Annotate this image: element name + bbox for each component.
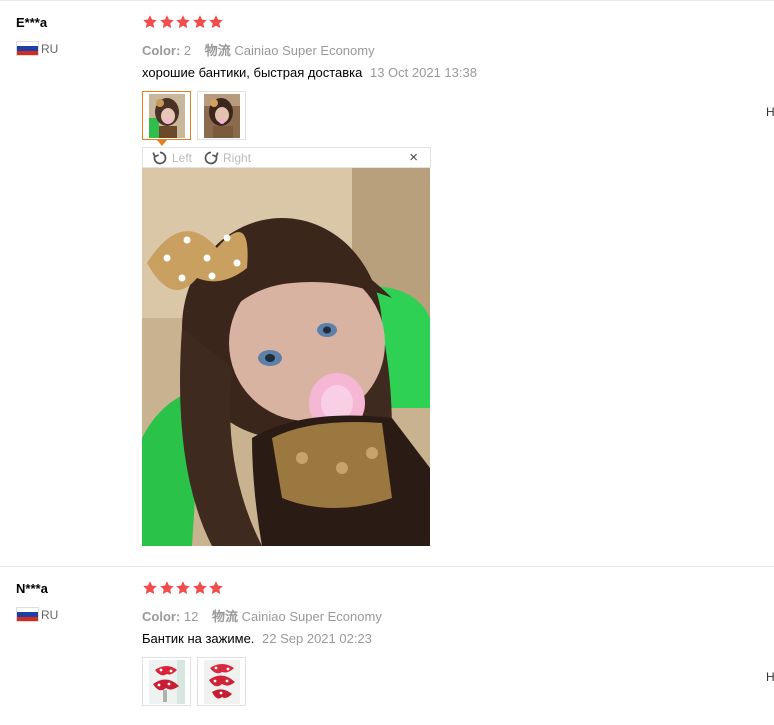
review-comment: хорошие бантики, быстрая доставка 13 Oct… — [142, 65, 477, 80]
rotate-right-button[interactable]: Right — [203, 150, 251, 166]
order-info: Color: 2 物流 Cainiao Super Economy — [142, 40, 375, 59]
color-label: Color: — [142, 609, 181, 624]
comment-text: Бантик на зажиме. — [142, 631, 255, 646]
country-code: RU — [41, 607, 59, 622]
shipping-value: Cainiao Super Economy — [241, 609, 382, 624]
star-icon — [176, 15, 190, 28]
russia-flag-icon — [16, 607, 39, 622]
rotate-left-icon — [152, 151, 167, 164]
rotate-left-label: Left — [172, 150, 193, 165]
photo-thumbnail[interactable] — [197, 91, 246, 140]
star-icon — [143, 581, 157, 594]
active-thumbnail-pointer — [157, 140, 167, 146]
star-icon — [159, 15, 174, 28]
photo-thumbnail[interactable] — [197, 657, 246, 706]
enlarged-review-photo — [142, 168, 430, 546]
doll-photo-thumbnail — [204, 94, 240, 138]
star-icon — [176, 581, 190, 594]
side-panel-text: H — [766, 105, 774, 119]
photo-thumbnail[interactable] — [142, 91, 191, 140]
close-icon[interactable]: × — [409, 150, 418, 166]
review-date: 22 Sep 2021 02:23 — [262, 631, 372, 646]
star-icon — [159, 581, 174, 594]
doll-photo-thumbnail — [149, 94, 185, 138]
reviewer-country: RU — [16, 607, 58, 622]
photo-thumbnails — [142, 657, 252, 706]
reviewer-name: E***a — [16, 15, 48, 30]
star-icon — [143, 15, 157, 28]
star-icon — [192, 15, 207, 28]
star-rating — [142, 580, 225, 596]
star-icon — [192, 581, 207, 594]
review-date: 13 Oct 2021 13:38 — [369, 65, 477, 80]
reviewer-country: RU — [16, 41, 58, 56]
image-viewer-toolbar: Left Right × — [142, 147, 431, 168]
rotate-right-icon — [204, 151, 219, 164]
color-value: 12 — [183, 609, 199, 624]
star-icon — [209, 581, 223, 594]
shipping-label: 物流 — [212, 609, 239, 624]
rotate-right-label: Right — [223, 150, 252, 165]
color-label: Color: — [142, 43, 181, 58]
star-rating — [142, 14, 225, 30]
photo-thumbnail[interactable] — [142, 657, 191, 706]
color-value: 2 — [183, 43, 192, 58]
side-panel-text: H — [766, 670, 774, 684]
shipping-label: 物流 — [204, 43, 231, 58]
country-code: RU — [41, 41, 59, 56]
star-icon — [209, 15, 223, 28]
rotate-left-button[interactable]: Left — [152, 150, 192, 166]
bow-photo-thumbnail — [149, 660, 185, 704]
comment-text: хорошие бантики, быстрая доставка — [142, 65, 363, 80]
shipping-value: Cainiao Super Economy — [234, 43, 375, 58]
bow-photo-thumbnail — [204, 660, 240, 704]
review-comment: Бантик на зажиме. 22 Sep 2021 02:23 — [142, 631, 372, 646]
order-info: Color: 12 物流 Cainiao Super Economy — [142, 606, 382, 625]
review-item: E***a RU Color: 2 物流 Cainiao Super Econo… — [0, 0, 774, 566]
reviewer-name: N***a — [16, 581, 48, 596]
review-item: N***a RU Color: 12 物流 Cainiao Super Econ… — [0, 566, 774, 725]
photo-thumbnails — [142, 91, 252, 140]
russia-flag-icon — [16, 41, 39, 56]
